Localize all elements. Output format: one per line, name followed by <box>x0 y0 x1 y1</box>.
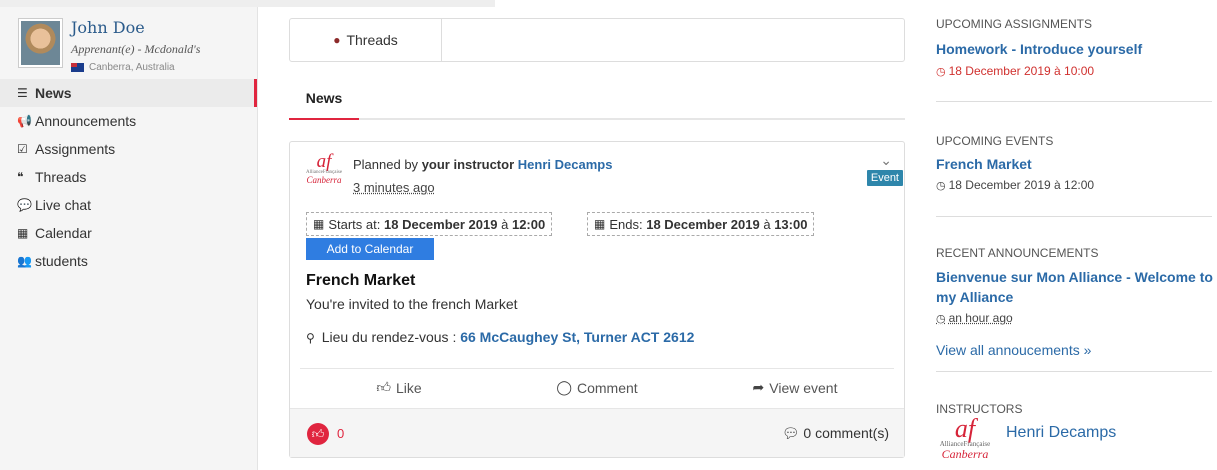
post-footer: 👍︎ 0 💬︎ 0 comment(s) <box>290 408 904 457</box>
event-badge: Event <box>866 170 903 186</box>
sidebar-item-threads[interactable]: ❝ Threads <box>0 163 257 191</box>
users-icon: 👥 <box>17 254 32 268</box>
divider <box>936 216 1212 217</box>
like-reaction-icon[interactable]: 👍︎ <box>307 423 329 445</box>
divider <box>936 371 1212 372</box>
comment-icon: ◯ <box>556 379 572 395</box>
sidebar-item-label: Calendar <box>35 225 92 241</box>
alliance-francaise-logo: af AllianceFrançaise Canberra <box>305 151 343 185</box>
instructor-avatar-logo[interactable]: af AllianceFrançaise Canberra <box>936 416 994 470</box>
assignment-date: ◷ 18 December 2019 à 10:00 <box>936 64 1095 78</box>
checkbox-icon: ☑ <box>17 142 28 156</box>
announcement-link[interactable]: Bienvenue sur Mon Alliance - Welcome to … <box>936 267 1217 307</box>
event-link[interactable]: French Market <box>936 154 1032 174</box>
bullhorn-icon: 📢 <box>17 114 32 128</box>
user-profile: John Doe Apprenant(e) - Mcdonald's Canbe… <box>0 7 257 79</box>
calendar-icon: ▦ <box>17 226 29 240</box>
like-button[interactable]: 👍︎ Like <box>300 379 498 396</box>
sidebar-item-news[interactable]: ☰ News <box>0 79 257 107</box>
event-date: ◷ 18 December 2019 à 12:00 <box>936 178 1095 192</box>
post-author-line: Planned by your instructor Henri Decamps <box>353 157 613 172</box>
upcoming-events-heading: UPCOMING EVENTS <box>936 134 1054 148</box>
comment-count[interactable]: 💬︎ 0 comment(s) <box>782 425 889 442</box>
clock-icon: ◷ <box>936 313 946 325</box>
tab-threads[interactable]: ● Threads <box>290 19 442 61</box>
clock-icon: ◷ <box>936 180 946 192</box>
share-arrow-icon: ➦ <box>752 379 765 395</box>
post-actions: 👍︎ Like ◯ Comment ➦ View event <box>300 368 894 406</box>
sidebar-item-label: Announcements <box>35 113 137 129</box>
recent-announcements-heading: RECENT ANNOUNCEMENTS <box>936 246 1099 260</box>
quote-icon: ❝ <box>17 170 24 184</box>
sidebar-item-announcements[interactable]: 📢 Announcements <box>0 107 257 135</box>
sidebar-item-label: Live chat <box>35 197 92 213</box>
event-end-date: ▦ Ends: 18 December 2019 à 13:00 <box>587 212 815 236</box>
top-strip <box>0 0 495 7</box>
avatar[interactable] <box>18 18 63 68</box>
profile-location: Canberra, Australia <box>71 62 175 73</box>
event-description: You're invited to the french Market <box>306 296 518 312</box>
australia-flag-icon <box>71 63 84 72</box>
top-tab-bar: ● Threads <box>289 18 905 62</box>
sidebar-item-label: Threads <box>35 169 87 185</box>
sidebar-item-label: News <box>35 85 72 101</box>
calendar-icon: ▦ <box>313 217 325 231</box>
thumbs-up-icon: 👍︎ <box>376 379 391 395</box>
event-title: French Market <box>306 272 416 289</box>
news-post-card: af AllianceFrançaise Canberra Planned by… <box>289 141 905 458</box>
view-all-announcements-link[interactable]: View all annoucements » <box>936 342 1091 358</box>
list-icon: ☰ <box>17 86 28 100</box>
event-location: ⚲ Lieu du rendez-vous : 66 McCaughey St,… <box>306 329 695 345</box>
chat-bubble-icon: ● <box>333 33 341 47</box>
tab-threads-label: Threads <box>346 32 398 48</box>
profile-location-text: Canberra, Australia <box>89 62 175 73</box>
event-start-date: ▦ Starts at: 18 December 2019 à 12:00 <box>306 212 553 236</box>
chat-bubble-icon: 💬 <box>17 198 32 212</box>
profile-name[interactable]: John Doe <box>71 18 145 37</box>
news-tab-bar: News <box>289 78 905 120</box>
left-sidebar: John Doe Apprenant(e) - Mcdonald's Canbe… <box>0 7 258 470</box>
calendar-icon: ▦ <box>594 217 606 231</box>
chevron-down-icon[interactable]: ⌄ <box>880 152 892 169</box>
sidebar-item-assignments[interactable]: ☑ Assignments <box>0 135 257 163</box>
post-timestamp: 3 minutes ago <box>353 180 435 195</box>
map-marker-icon: ⚲ <box>306 331 315 345</box>
announcement-time: ◷ an hour ago <box>936 311 1013 325</box>
instructor-name-link[interactable]: Henri Decamps <box>1006 424 1116 442</box>
comments-icon: 💬︎ <box>781 425 800 441</box>
add-to-calendar-button[interactable]: Add to Calendar <box>306 238 434 260</box>
sidebar-nav: ☰ News 📢 Announcements ☑ Assignments ❝ T… <box>0 79 257 275</box>
instructors-heading: INSTRUCTORS <box>936 402 1023 416</box>
sidebar-item-label: students <box>35 253 88 269</box>
instructor-link[interactable]: Henri Decamps <box>518 157 613 172</box>
clock-icon: ◷ <box>936 66 946 78</box>
tab-news[interactable]: News <box>289 78 359 120</box>
sidebar-item-calendar[interactable]: ▦ Calendar <box>0 219 257 247</box>
sidebar-item-live-chat[interactable]: 💬 Live chat <box>0 191 257 219</box>
view-event-button[interactable]: ➦ View event <box>696 379 894 396</box>
assignment-link[interactable]: Homework - Introduce yourself <box>936 39 1142 59</box>
sidebar-item-label: Assignments <box>35 141 116 157</box>
sidebar-item-students[interactable]: 👥 students <box>0 247 257 275</box>
divider <box>936 101 1212 102</box>
event-address-link[interactable]: 66 McCaughey St, Turner ACT 2612 <box>460 329 694 345</box>
profile-role: Apprenant(e) - Mcdonald's <box>71 42 201 56</box>
comment-button[interactable]: ◯ Comment <box>498 379 696 396</box>
upcoming-assignments-heading: UPCOMING ASSIGNMENTS <box>936 17 1093 31</box>
like-count: 0 <box>337 426 345 441</box>
